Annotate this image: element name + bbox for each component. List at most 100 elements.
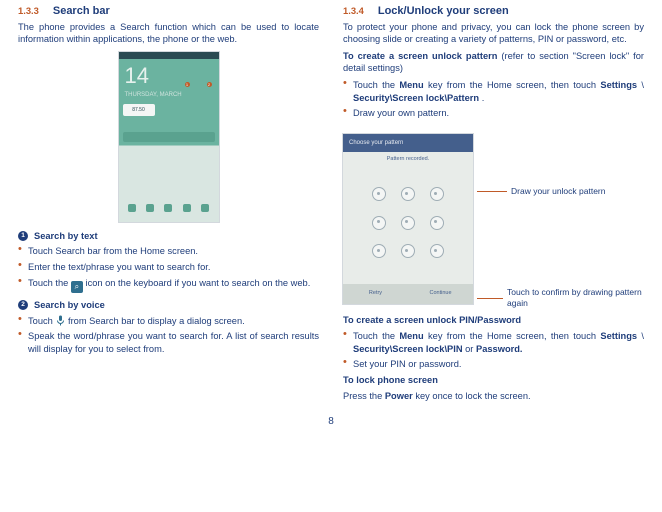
pattern-buttons-row: Retry Continue <box>343 284 473 304</box>
dock-icon <box>183 204 191 212</box>
text-fragment: Security\Screen lock\PIN <box>353 344 465 354</box>
text-fragment: Menu <box>399 331 423 341</box>
microphone-icon <box>55 315 65 325</box>
pattern-dot <box>401 216 415 230</box>
pattern-dot <box>401 244 415 258</box>
list-item: Enter the text/phrase you want to search… <box>18 261 319 274</box>
pin-steps-list: Touch the Menu key from the Home screen,… <box>343 330 644 371</box>
pattern-dot <box>401 187 415 201</box>
text-fragment: key from the Home screen, then touch <box>428 331 600 341</box>
text-fragment: Password. <box>476 344 523 354</box>
dock-icon <box>128 204 136 212</box>
list-item: Touch Search bar from the Home screen. <box>18 245 319 258</box>
search-key-icon: ⌕ <box>71 281 83 293</box>
list-item: Touch from Search bar to display a dialo… <box>18 315 319 328</box>
text-fragment: key once to lock the screen. <box>415 391 530 401</box>
text-fragment: . <box>482 93 485 103</box>
list-item: Touch the Menu key from the Home screen,… <box>343 79 644 104</box>
weather-chip: 87.50 <box>123 104 155 116</box>
left-column: 1.3.3 Search bar The phone provides a Se… <box>18 4 319 407</box>
list-item: Touch the Menu key from the Home screen,… <box>343 330 644 355</box>
microphone-svg <box>56 315 65 326</box>
callout-line <box>477 298 503 299</box>
callout-badge-2: 2 <box>207 82 212 87</box>
pattern-dot <box>430 244 444 258</box>
dock-icon <box>201 204 209 212</box>
page-number: 8 <box>0 415 662 429</box>
dock-icon <box>146 204 154 212</box>
callout-line <box>477 191 507 192</box>
text-fragment: To create a screen unlock pattern <box>343 51 501 61</box>
pattern-annotations: Draw your unlock pattern Touch to confir… <box>473 126 644 312</box>
section-intro: The phone provides a Search function whi… <box>18 21 319 46</box>
section-number: 1.3.4 <box>343 5 364 18</box>
text-fragment: Settings <box>600 331 637 341</box>
text-fragment: icon on the keyboard if you want to sear… <box>86 278 311 288</box>
sub-heading-title: Search by text <box>34 230 98 243</box>
text-fragment: Touch the <box>353 331 399 341</box>
pattern-screen-title: Choose your pattern <box>343 134 473 152</box>
pattern-dot <box>430 216 444 230</box>
section-heading: 1.3.4 Lock/Unlock your screen <box>343 4 644 19</box>
text-fragment: Settings <box>600 80 637 90</box>
sub-heading-2: 2 Search by voice <box>18 299 319 312</box>
pin-password-heading: To create a screen unlock PIN/Password <box>343 314 644 327</box>
pattern-recorded-msg: Pattern recorded. <box>343 152 473 163</box>
section-title: Search bar <box>53 4 110 19</box>
pattern-screen-shot: Choose your pattern Pattern recorded. Re… <box>343 134 473 304</box>
home-date: THURSDAY, MARCH <box>119 91 219 99</box>
sub-heading-title: Search by voice <box>34 299 105 312</box>
callout-text: Draw your unlock pattern <box>511 186 606 197</box>
step-number-badge: 2 <box>18 300 28 310</box>
section-title: Lock/Unlock your screen <box>378 4 509 19</box>
home-screen-shot: 14 THURSDAY, MARCH 1 2 87.50 <box>119 52 219 222</box>
unlock-pattern-heading: To create a screen unlock pattern (refer… <box>343 50 644 75</box>
list-item: Set your PIN or password. <box>343 358 644 371</box>
annotation-draw-pattern: Draw your unlock pattern <box>473 186 644 197</box>
section-intro: To protect your phone and privacy, you c… <box>343 21 644 46</box>
callout-text: Touch to confirm by drawing pattern agai… <box>507 287 644 310</box>
list-item: Speak the word/phrase you want to search… <box>18 330 319 355</box>
text-fragment: Press the <box>343 391 385 401</box>
lock-screen-text: Press the Power key once to lock the scr… <box>343 390 644 403</box>
text-fragment: Menu <box>399 80 423 90</box>
annotation-confirm-pattern: Touch to confirm by drawing pattern agai… <box>473 287 644 310</box>
text-fragment: key from the Home screen, then touch <box>428 80 600 90</box>
right-column: 1.3.4 Lock/Unlock your screen To protect… <box>343 4 644 407</box>
text-fragment: or <box>465 344 476 354</box>
pattern-dot <box>372 244 386 258</box>
section-number: 1.3.3 <box>18 5 39 18</box>
callout-badge-1: 1 <box>185 82 190 87</box>
search-by-text-list: Touch Search bar from the Home screen. E… <box>18 245 319 293</box>
sub-heading-1: 1 Search by text <box>18 230 319 243</box>
pattern-dot <box>372 187 386 201</box>
list-item: Draw your own pattern. <box>343 107 644 120</box>
text-fragment: Power <box>385 391 413 401</box>
text-fragment: \ <box>641 80 644 90</box>
pattern-dot <box>372 216 386 230</box>
text-fragment: \ <box>641 331 644 341</box>
home-screenshot-figure: 14 THURSDAY, MARCH 1 2 87.50 <box>18 52 319 222</box>
text-fragment: Touch the <box>353 80 399 90</box>
text-fragment: Security\Screen lock\Pattern <box>353 93 479 103</box>
pattern-steps-list: Touch the Menu key from the Home screen,… <box>343 79 644 120</box>
list-item: Touch the ⌕ icon on the keyboard if you … <box>18 277 319 293</box>
dock-icon-row <box>123 204 215 218</box>
text-fragment: Touch <box>28 316 55 326</box>
manual-page: 1.3.3 Search bar The phone provides a Se… <box>0 0 662 407</box>
text-fragment: Touch the <box>28 278 71 288</box>
widget-strip <box>123 132 215 142</box>
continue-button[interactable]: Continue <box>408 284 473 304</box>
text-fragment: from Search bar to display a dialog scre… <box>68 316 245 326</box>
lock-screen-heading: To lock phone screen <box>343 374 644 387</box>
pattern-figure-with-callouts: Choose your pattern Pattern recorded. Re… <box>343 126 644 312</box>
dock-icon <box>164 204 172 212</box>
home-clock: 14 <box>119 59 219 91</box>
pattern-dot <box>430 187 444 201</box>
search-by-voice-list: Touch from Search bar to display a dialo… <box>18 315 319 356</box>
section-heading: 1.3.3 Search bar <box>18 4 319 19</box>
pattern-dot-grid <box>365 180 451 266</box>
status-bar <box>119 52 219 59</box>
step-number-badge: 1 <box>18 231 28 241</box>
retry-button[interactable]: Retry <box>343 284 408 304</box>
